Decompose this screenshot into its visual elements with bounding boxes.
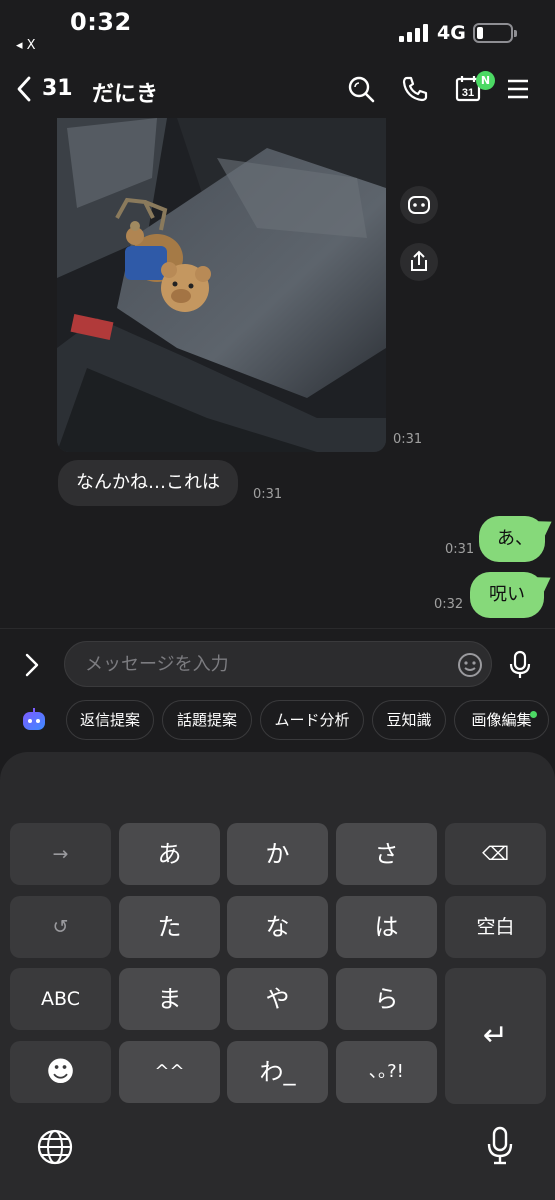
phone-icon[interactable] (400, 74, 430, 104)
share-button[interactable] (400, 243, 438, 281)
ai-robot-icon[interactable] (20, 706, 48, 734)
key-undo[interactable]: ↺ (10, 896, 111, 958)
key-enter[interactable]: ↵ (445, 968, 546, 1104)
key-na[interactable]: な (227, 896, 328, 958)
key-sa[interactable]: さ (336, 823, 437, 885)
key-emoji[interactable]: ☻ (10, 1041, 111, 1103)
key-ta[interactable]: た (119, 896, 220, 958)
incoming-message-bubble[interactable]: なんかね…これは (58, 460, 238, 506)
key-ra[interactable]: ら (336, 968, 437, 1030)
key-ha[interactable]: は (336, 896, 437, 958)
calendar-new-badge: N (476, 71, 495, 90)
message-timestamp: 0:32 (434, 597, 464, 612)
outgoing-message-bubble[interactable]: あ、 (479, 516, 555, 562)
menu-icon[interactable] (504, 74, 534, 104)
message-input[interactable] (64, 641, 492, 687)
back-chevron-icon[interactable] (14, 76, 36, 102)
suggestion-chip-reply[interactable]: 返信提案 (66, 700, 154, 740)
suggestion-chip-image-edit[interactable]: 画像編集 (454, 700, 549, 740)
battery-icon (473, 23, 517, 43)
outgoing-message-text: 呪い (470, 572, 544, 618)
robot-icon (408, 196, 430, 214)
signal-icon (399, 24, 429, 42)
back-to-app-link[interactable]: ◂ X (16, 38, 36, 53)
message-timestamp: 0:31 (393, 432, 423, 447)
key-kaomoji[interactable]: ^^ (119, 1041, 220, 1103)
globe-icon[interactable] (36, 1128, 74, 1166)
new-feature-dot (530, 711, 537, 718)
microphone-icon[interactable] (509, 650, 531, 680)
key-punctuation[interactable]: ､｡?! (336, 1041, 437, 1103)
key-arrow-right[interactable]: → (10, 823, 111, 885)
key-abc[interactable]: ABC (10, 968, 111, 1030)
chat-title: だにき (92, 82, 159, 107)
key-space[interactable]: 空白 (445, 896, 546, 958)
status-bar: 0:32 ◂ X 4G (0, 0, 555, 60)
message-photo[interactable] (57, 118, 386, 452)
message-timestamp: 0:31 (445, 542, 475, 557)
keyboard-microphone-icon[interactable] (486, 1126, 514, 1166)
search-icon[interactable] (346, 74, 376, 104)
car-seat-teddy-bear-photo (57, 118, 386, 452)
calendar-day-number: 31 (462, 87, 474, 99)
outgoing-message-bubble[interactable]: 呪い (470, 572, 555, 618)
suggestion-chip-trivia[interactable]: 豆知識 (372, 700, 446, 740)
keyboard: → あ か さ ⌫ ↺ た な は 空白 ABC ま や ら ↵ ☻ ^^ わ_… (0, 752, 555, 1200)
outgoing-message-text: あ、 (479, 516, 545, 562)
ai-assist-button[interactable] (400, 186, 438, 224)
network-type: 4G (437, 22, 466, 44)
status-time: 0:32 (70, 8, 132, 36)
key-ma[interactable]: ま (119, 968, 220, 1030)
key-a[interactable]: あ (119, 823, 220, 885)
emoji-icon[interactable] (457, 652, 483, 678)
suggestion-chip-mood[interactable]: ムード分析 (260, 700, 364, 740)
expand-chevron-icon[interactable] (22, 652, 42, 678)
share-icon (411, 250, 427, 271)
chat-header: 31 だにき 31 N (0, 62, 555, 118)
key-wa[interactable]: わ_ (227, 1041, 328, 1103)
suggestion-chip-topic[interactable]: 話題提案 (162, 700, 252, 740)
key-backspace[interactable]: ⌫ (445, 823, 546, 885)
message-timestamp: 0:31 (253, 487, 283, 502)
unread-count[interactable]: 31 (42, 76, 73, 101)
key-ka[interactable]: か (227, 823, 328, 885)
key-ya[interactable]: や (227, 968, 328, 1030)
